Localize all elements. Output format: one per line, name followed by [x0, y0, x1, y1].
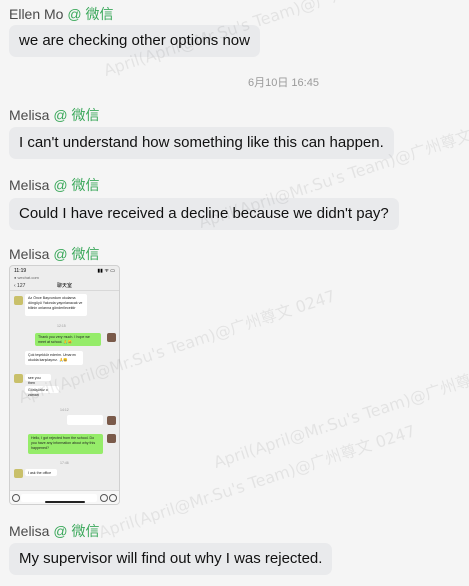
sender-name: Ellen Mo [9, 6, 64, 22]
thumb-avatar [14, 374, 23, 383]
message-sender: Melisa @ 微信 [9, 521, 99, 541]
thumb-message: Çok teşekkür ederim. Umarım okulda karşı… [25, 351, 83, 365]
thumb-emoji-icon [100, 494, 108, 502]
timestamp: 6月10日 16:45 [248, 77, 319, 89]
wechat-tag: @ 微信 [67, 6, 114, 22]
thumb-message: Thank you very much. I hope we meet at s… [35, 333, 101, 346]
watermark: April(April@Mr.Su's Team)@广州尊文 0247 [211, 351, 469, 472]
thumb-avatar [14, 296, 23, 305]
thumb-chat-title: 聊天室 [56, 283, 72, 289]
sender-name: Melisa [9, 246, 50, 262]
thumb-message: see you then [25, 374, 51, 385]
sender-name: Melisa [9, 107, 50, 123]
thumb-avatar [14, 469, 23, 478]
thumb-time: 14:12 [60, 408, 69, 412]
thumb-avatar [107, 333, 116, 342]
message-bubble[interactable]: My supervisor will find out why I was re… [9, 543, 333, 575]
thumb-message: Az Önce Başvurdum okulama döngüyü Yakınd… [25, 294, 87, 316]
thumb-home-indicator [45, 501, 85, 503]
thumb-avatar [107, 434, 116, 443]
wechat-tag: @ 微信 [53, 107, 100, 123]
thumb-status-icons: ▮▮ ᯤ ▭ [97, 268, 115, 274]
thumb-message: Hello, I got rejected from the school. D… [28, 434, 103, 454]
thumb-time: 17:46 [60, 461, 69, 465]
thumb-message: Görüşürüz o zaman [25, 386, 59, 397]
watermark: April(April@Mr.Su's Team)@广州尊文 0247 [96, 421, 418, 542]
message-bubble[interactable]: I can't understand how something like th… [9, 127, 394, 159]
thumb-status-time: 11:19 [14, 268, 27, 274]
thumb-voice-icon [12, 494, 20, 502]
message-sender: Ellen Mo @ 微信 [9, 4, 113, 24]
wechat-tag: @ 微信 [53, 246, 100, 262]
message-bubble[interactable]: Could I have received a decline because … [9, 198, 399, 230]
thumb-back-icon: ‹ 127 [14, 282, 26, 289]
image-message-thumbnail[interactable]: 11:19 ▮▮ ᯤ ▭ ● wechat.com ‹ 127 聊天室 Az Ö… [9, 265, 120, 505]
message-sender: Melisa @ 微信 [9, 105, 99, 125]
wechat-tag: @ 微信 [53, 177, 100, 193]
thumb-plus-icon [109, 494, 117, 502]
thumb-time: 12:15 [57, 324, 66, 328]
message-bubble[interactable]: we are checking other options now [9, 25, 260, 57]
sender-name: Melisa [9, 177, 50, 193]
thumb-message: I ask the office [25, 469, 57, 476]
wechat-tag: @ 微信 [53, 523, 100, 539]
thumb-attachment [67, 415, 103, 425]
thumb-chat-header: ‹ 127 聊天室 [10, 281, 119, 291]
sender-name: Melisa [9, 523, 50, 539]
message-sender: Melisa @ 微信 [9, 244, 99, 264]
thumb-avatar [107, 416, 116, 425]
thumb-status-bar: 11:19 ▮▮ ᯤ ▭ [10, 266, 119, 275]
message-sender: Melisa @ 微信 [9, 175, 99, 195]
